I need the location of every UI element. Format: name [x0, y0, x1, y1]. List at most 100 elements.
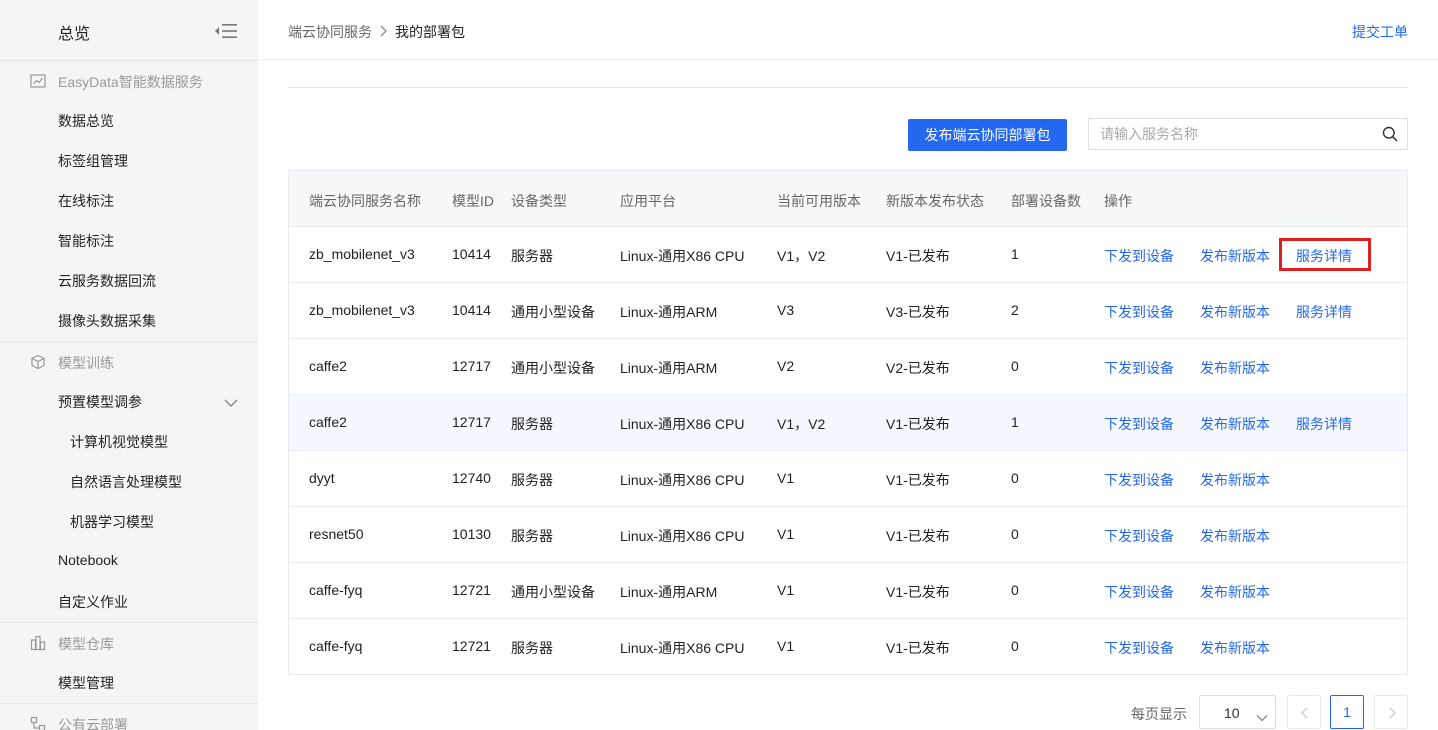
- sidebar-item-label: Notebook: [58, 552, 118, 568]
- service-detail-link[interactable]: 服务详情: [1296, 302, 1352, 322]
- versions-cell: V1: [777, 582, 795, 598]
- device-count-cell: 0: [1011, 358, 1019, 374]
- sidebar-item-label: 自然语言处理模型: [70, 474, 182, 490]
- platform-cell: Linux-通用X86 CPU: [620, 248, 745, 264]
- column-header: 部署设备数: [1011, 193, 1081, 209]
- publish-new-version-link[interactable]: 发布新版本: [1200, 582, 1270, 602]
- model-id-cell: 12721: [452, 638, 491, 654]
- deploy-to-device-link[interactable]: 下发到设备: [1104, 526, 1174, 546]
- deploy-to-device-link[interactable]: 下发到设备: [1104, 582, 1174, 602]
- release-status-cell: V2-已发布: [886, 360, 950, 376]
- column-header: 端云协同服务名称: [309, 193, 421, 209]
- device-type-cell: 通用小型设备: [511, 584, 595, 600]
- service-name-cell: zb_mobilenet_v3: [309, 302, 415, 318]
- publish-new-version-link[interactable]: 发布新版本: [1200, 358, 1270, 378]
- collapse-menu-icon[interactable]: [214, 22, 238, 40]
- deploy-to-device-link[interactable]: 下发到设备: [1104, 638, 1174, 658]
- sidebar-item-label: 标签组管理: [58, 153, 128, 169]
- deploy-to-device-link[interactable]: 下发到设备: [1104, 302, 1174, 322]
- service-detail-link[interactable]: 服务详情: [1296, 246, 1352, 266]
- sidebar-item-cv-model[interactable]: 计算机视觉模型: [0, 421, 258, 461]
- sidebar-item-nlp-model[interactable]: 自然语言处理模型: [0, 461, 258, 501]
- device-type-cell: 通用小型设备: [511, 360, 595, 376]
- chevron-down-icon[interactable]: [224, 395, 238, 407]
- page-size-select[interactable]: 10: [1199, 695, 1276, 729]
- platform-cell: Linux-通用X86 CPU: [620, 640, 745, 656]
- sidebar-item-cloud-data-reflow[interactable]: 云服务数据回流: [0, 260, 258, 300]
- model-id-cell: 10414: [452, 302, 491, 318]
- model-id-cell: 10130: [452, 526, 491, 542]
- sidebar-item-camera-data[interactable]: 摄像头数据采集: [0, 300, 258, 340]
- sidebar-group-model-warehouse[interactable]: 模型仓库: [0, 622, 258, 662]
- sidebar-item-label: 数据总览: [58, 113, 114, 129]
- publish-new-version-link[interactable]: 发布新版本: [1200, 470, 1270, 490]
- sidebar-item-label: 预置模型调参: [58, 394, 142, 410]
- sidebar-item-smart-labeling[interactable]: 智能标注: [0, 220, 258, 260]
- deploy-to-device-link[interactable]: 下发到设备: [1104, 414, 1174, 434]
- platform-cell: Linux-通用X86 CPU: [620, 528, 745, 544]
- sidebar-group-label: 模型训练: [58, 355, 114, 371]
- sidebar-item-ml-model[interactable]: 机器学习模型: [0, 501, 258, 541]
- chevron-down-icon: [1256, 709, 1268, 722]
- table-row: resnet50 10130 服务器 Linux-通用X86 CPU V1 V1-已发布 0…: [289, 507, 1407, 563]
- sidebar-item-custom-job[interactable]: 自定义作业: [0, 581, 258, 621]
- sidebar-item-online-labeling[interactable]: 在线标注: [0, 180, 258, 220]
- deployment-package-table: 端云协同服务名称 模型ID 设备类型 应用平台 当前可用版本 新版本发布状态 部…: [288, 170, 1408, 675]
- service-name-cell: dyyt: [309, 470, 335, 486]
- search-icon[interactable]: [1382, 126, 1398, 142]
- next-page-button[interactable]: [1374, 695, 1408, 729]
- device-type-cell: 通用小型设备: [511, 304, 595, 320]
- sidebar-item-label: 摄像头数据采集: [58, 313, 156, 329]
- sidebar-item-label: 在线标注: [58, 193, 114, 209]
- sidebar-group-public-cloud[interactable]: 公有云部署: [0, 703, 258, 730]
- sidebar-title[interactable]: 总览: [58, 20, 90, 44]
- previous-page-button[interactable]: [1287, 695, 1321, 729]
- versions-cell: V3: [777, 302, 795, 318]
- sidebar-group-easydata[interactable]: EasyData智能数据服务: [0, 60, 258, 100]
- publish-new-version-link[interactable]: 发布新版本: [1200, 246, 1270, 266]
- page-number-button[interactable]: 1: [1330, 695, 1364, 729]
- release-status-cell: V1-已发布: [886, 416, 950, 432]
- deploy-to-device-link[interactable]: 下发到设备: [1104, 246, 1174, 266]
- publish-new-version-link[interactable]: 发布新版本: [1200, 414, 1270, 434]
- device-count-cell: 1: [1011, 414, 1019, 430]
- model-id-cell: 12717: [452, 414, 491, 430]
- service-name-cell: caffe-fyq: [309, 638, 363, 654]
- sidebar-item-data-overview[interactable]: 数据总览: [0, 100, 258, 140]
- device-type-cell: 服务器: [511, 640, 553, 656]
- publish-new-version-link[interactable]: 发布新版本: [1200, 526, 1270, 546]
- table-row: caffe-fyq 12721 通用小型设备 Linux-通用ARM V1 V1-已发布 0…: [289, 563, 1407, 619]
- publish-new-version-link[interactable]: 发布新版本: [1200, 302, 1270, 322]
- sidebar-group-label: EasyData智能数据服务: [58, 74, 203, 90]
- publish-new-version-link[interactable]: 发布新版本: [1200, 638, 1270, 658]
- sidebar-item-label: 自定义作业: [58, 594, 128, 610]
- service-name-cell: caffe2: [309, 358, 347, 374]
- sidebar-item-preset-tuning[interactable]: 预置模型调参: [0, 381, 258, 421]
- deploy-to-device-link[interactable]: 下发到设备: [1104, 358, 1174, 378]
- sidebar-item-model-management[interactable]: 模型管理: [0, 662, 258, 702]
- service-detail-link[interactable]: 服务详情: [1296, 414, 1352, 434]
- sidebar-item-label: 模型管理: [58, 675, 114, 691]
- sidebar-item-tag-groups[interactable]: 标签组管理: [0, 140, 258, 180]
- breadcrumb-parent[interactable]: 端云协同服务: [288, 22, 372, 42]
- submit-ticket-link[interactable]: 提交工单: [1352, 22, 1408, 42]
- table-row: caffe2 12717 通用小型设备 Linux-通用ARM V2 V2-已发布 0 下发到…: [289, 339, 1407, 395]
- table-row: caffe-fyq 12721 服务器 Linux-通用X86 CPU V1 V1-已发布…: [289, 619, 1407, 675]
- deploy-to-device-link[interactable]: 下发到设备: [1104, 470, 1174, 490]
- release-status-cell: V1-已发布: [886, 640, 950, 656]
- sidebar-item-label: 智能标注: [58, 233, 114, 249]
- model-id-cell: 10414: [452, 246, 491, 262]
- sidebar-group-model-training[interactable]: 模型训练: [0, 341, 258, 381]
- sidebar-item-notebook[interactable]: Notebook: [0, 541, 258, 581]
- chart-line-icon: [30, 73, 46, 89]
- release-status-cell: V1-已发布: [886, 528, 950, 544]
- table-row: zb_mobilenet_v3 10414 服务器 Linux-通用X86 CPU V1…: [289, 227, 1407, 283]
- cube-icon: [30, 354, 46, 370]
- search-input[interactable]: [1089, 119, 1369, 149]
- model-id-cell: 12740: [452, 470, 491, 486]
- publish-package-button[interactable]: 发布端云协同部署包: [908, 119, 1067, 151]
- column-header: 新版本发布状态: [886, 193, 984, 209]
- sidebar-item-label: 计算机视觉模型: [70, 434, 168, 450]
- page-size-label: 每页显示: [1131, 706, 1187, 722]
- device-type-cell: 服务器: [511, 248, 553, 264]
